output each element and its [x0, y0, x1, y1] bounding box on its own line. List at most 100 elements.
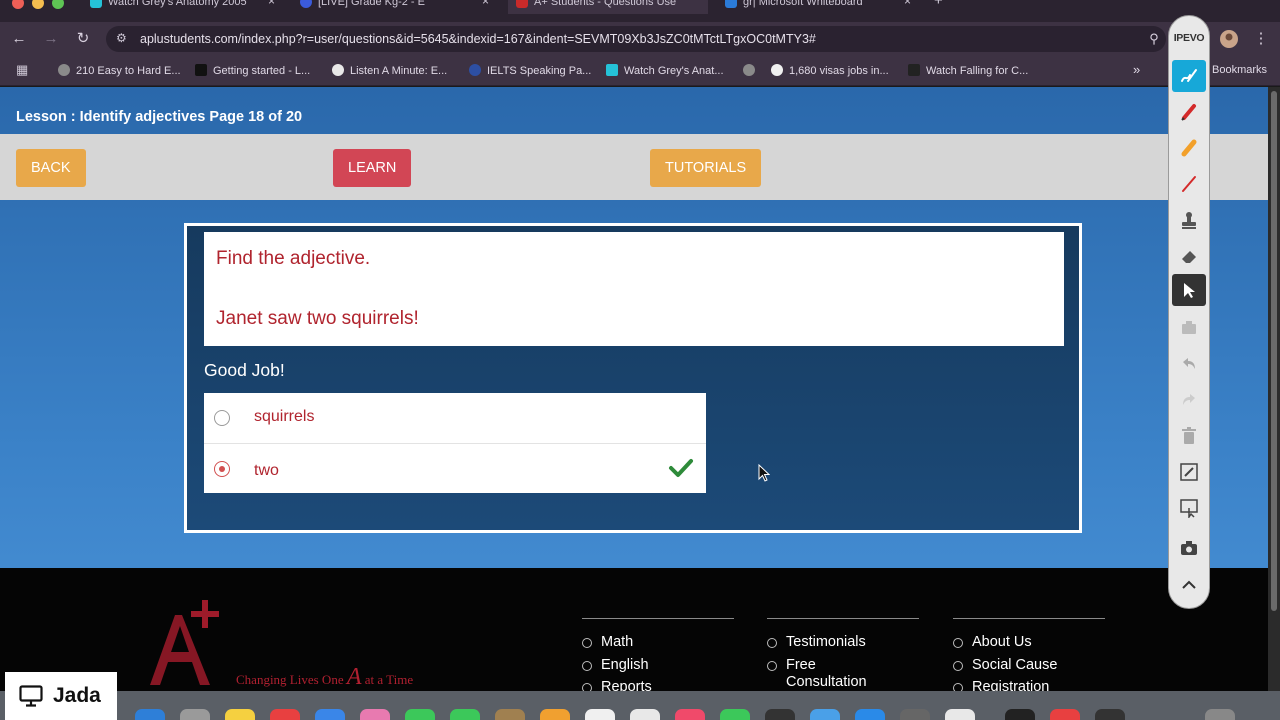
line-tool-button[interactable]: [1172, 168, 1206, 200]
radio-button[interactable]: [214, 410, 230, 426]
zoom-window-dot[interactable]: [52, 0, 64, 9]
xd-icon[interactable]: [1005, 709, 1035, 720]
eraser-button[interactable]: [1172, 240, 1206, 272]
zoom-icon[interactable]: ⚲: [1143, 28, 1165, 50]
trash-icon[interactable]: [1205, 709, 1235, 720]
numbers-icon[interactable]: [720, 709, 750, 720]
bookmark-item[interactable]: Getting started - L...: [195, 64, 310, 77]
footer-link-free-consultation-cont[interactable]: Consultation: [767, 673, 919, 691]
back-button[interactable]: BACK: [16, 149, 86, 187]
redo-button[interactable]: [1172, 384, 1206, 416]
system-icon[interactable]: [945, 709, 975, 720]
bookmark-item[interactable]: [743, 64, 761, 77]
question-box: Find the adjective. Janet saw two squirr…: [204, 232, 1064, 346]
site-settings-icon[interactable]: ⚙: [116, 31, 127, 45]
pointer-arrow-icon: [1184, 283, 1195, 298]
macos-dock: [0, 691, 1280, 720]
preview-icon[interactable]: [810, 709, 840, 720]
answer-option[interactable]: squirrels: [204, 393, 706, 443]
notes-icon[interactable]: [225, 709, 255, 720]
checkmark-icon: [669, 459, 693, 477]
bookmark-item[interactable]: Watch Grey's Anat...: [606, 64, 724, 77]
messages-icon[interactable]: [450, 709, 480, 720]
globe-icon: [743, 64, 755, 76]
bookmarks-overflow-button[interactable]: »: [1133, 62, 1140, 77]
question-sentence: Janet saw two squirrels!: [216, 308, 419, 329]
close-tab-icon[interactable]: ×: [268, 0, 275, 8]
terminal-icon[interactable]: [765, 709, 795, 720]
profile-avatar-icon[interactable]: [1218, 28, 1240, 50]
bookmark-item[interactable]: Watch Falling for C...: [908, 64, 1028, 77]
close-tab-icon[interactable]: ×: [482, 0, 489, 8]
address-bar[interactable]: ⚙ aplustudents.com/index.php?r=user/ques…: [106, 26, 1166, 52]
reminders-icon[interactable]: [585, 709, 615, 720]
footer-link-registration[interactable]: Registration: [953, 676, 1105, 691]
photos-icon[interactable]: [360, 709, 390, 720]
forward-arrow-icon[interactable]: →: [40, 28, 62, 50]
delete-button[interactable]: [1172, 420, 1206, 452]
app-store-icon[interactable]: [855, 709, 885, 720]
screen-share-icon: [19, 685, 43, 707]
scrollbar-thumb[interactable]: [1271, 91, 1277, 611]
chrome-icon[interactable]: [1050, 709, 1080, 720]
feedback-message: Good Job!: [204, 360, 285, 380]
safari-icon[interactable]: [135, 709, 165, 720]
more-menu-icon[interactable]: ⋮: [1250, 28, 1272, 50]
footer-link-reports[interactable]: Reports: [582, 676, 734, 691]
mail-icon[interactable]: [315, 709, 345, 720]
collapse-toolbar-button[interactable]: [1172, 569, 1206, 601]
whiteboard-button[interactable]: [1172, 456, 1206, 488]
radio-button-selected[interactable]: [214, 461, 230, 477]
all-bookmarks-folder[interactable]: Bookmarks: [1212, 64, 1267, 76]
annotate-mode-button[interactable]: [1172, 60, 1206, 92]
footer-link-english[interactable]: English: [582, 654, 734, 677]
close-window-dot[interactable]: [12, 0, 24, 9]
facetime-icon[interactable]: [405, 709, 435, 720]
tab-greys-anatomy[interactable]: Watch Grey's Anatomy 2005: [90, 0, 255, 12]
tab-live-grade[interactable]: [LIVE] Grade Kg-2 - E: [300, 0, 480, 12]
stamp-tool-button[interactable]: [1172, 204, 1206, 236]
activity-icon[interactable]: [900, 709, 930, 720]
tab-aplus-students[interactable]: A+ Students - Questions Use: [508, 0, 708, 14]
clear-tool-button[interactable]: [1172, 312, 1206, 344]
pointer-tool-button[interactable]: [1172, 274, 1206, 306]
footer-link-social-cause[interactable]: Social Cause: [953, 654, 1105, 677]
new-tab-button[interactable]: +: [934, 0, 943, 9]
tab-title: gr| Microsoft Whiteboard: [743, 0, 863, 8]
tab-microsoft-whiteboard[interactable]: gr| Microsoft Whiteboard: [725, 0, 890, 12]
settings-icon[interactable]: [180, 709, 210, 720]
back-arrow-icon[interactable]: ←: [8, 28, 30, 50]
music-icon[interactable]: [675, 709, 705, 720]
freeform-icon[interactable]: [630, 709, 660, 720]
undo-button[interactable]: [1172, 348, 1206, 380]
camera-button[interactable]: [1172, 532, 1206, 564]
apps-grid-icon[interactable]: ▦: [16, 62, 28, 78]
bookmark-item[interactable]: IELTS Speaking Pa...: [469, 64, 591, 77]
reload-icon[interactable]: ↻: [72, 28, 94, 50]
footer-column-about: About Us Social Cause Registration: [953, 618, 1105, 691]
minimize-window-dot[interactable]: [32, 0, 44, 9]
answer-option[interactable]: two: [204, 443, 706, 493]
tutorials-button[interactable]: TUTORIALS: [650, 149, 762, 187]
page-scrollbar[interactable]: [1268, 87, 1280, 691]
close-tab-icon[interactable]: ×: [904, 0, 911, 8]
learn-button[interactable]: LEARN: [333, 149, 412, 187]
footer-link-about-us[interactable]: About Us: [953, 631, 1105, 654]
bookmark-item[interactable]: 1,680 visas jobs in...: [771, 64, 889, 77]
site-footer: Changing Lives One A at a Time Math Engl…: [0, 568, 1268, 691]
calendar-icon[interactable]: [270, 709, 300, 720]
highlighter-button[interactable]: [1172, 132, 1206, 164]
pages-icon[interactable]: [540, 709, 570, 720]
bookmark-item[interactable]: 210 Easy to Hard E...: [58, 64, 181, 77]
red-pen-button[interactable]: [1172, 96, 1206, 128]
answer-options: squirrels two: [204, 393, 706, 493]
app-icon[interactable]: [1095, 709, 1125, 720]
snapshot-board-button[interactable]: [1172, 492, 1206, 524]
toolbox-icon: [1182, 321, 1196, 334]
contacts-icon[interactable]: [495, 709, 525, 720]
footer-link-math[interactable]: Math: [582, 631, 734, 654]
bookmark-label: Listen A Minute: E...: [350, 65, 448, 77]
url-text: aplustudents.com/index.php?r=user/questi…: [140, 32, 816, 46]
footer-link-testimonials[interactable]: Testimonials: [767, 631, 919, 654]
bookmark-item[interactable]: Listen A Minute: E...: [332, 64, 447, 77]
